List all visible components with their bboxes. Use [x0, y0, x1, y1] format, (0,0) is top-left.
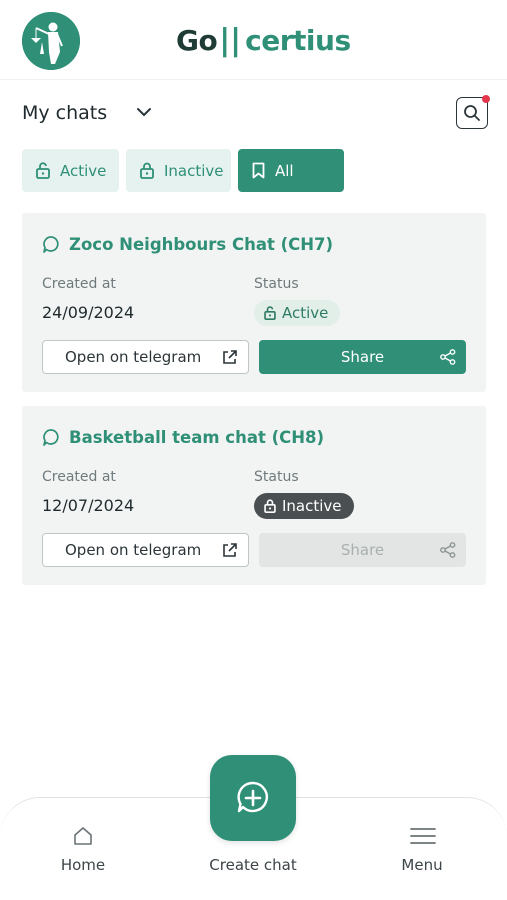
chevron-down-icon[interactable]: [134, 102, 154, 122]
created-label: Created at: [42, 469, 116, 485]
share-label: Share: [340, 541, 385, 559]
lock-open-icon: [36, 162, 50, 179]
filter-active-label: Active: [60, 161, 107, 180]
app-header: Go || certius: [0, 0, 507, 80]
menu-icon[interactable]: [410, 825, 436, 847]
share-icon: [440, 349, 456, 365]
chat-card[interactable]: Zoco Neighbours Chat (CH7) Created at 24…: [22, 213, 486, 392]
nav-create-chat[interactable]: Create chat: [198, 856, 308, 874]
search-icon: [464, 105, 480, 121]
status-label: Status: [254, 469, 299, 485]
lock-open-icon: [264, 306, 276, 320]
created-value: 12/07/2024: [42, 496, 135, 515]
share-label: Share: [340, 348, 385, 366]
filter-active[interactable]: Active: [22, 149, 119, 192]
user-avatar[interactable]: [22, 12, 80, 70]
status-badge: Inactive: [254, 493, 354, 519]
add-chat-icon: [237, 781, 268, 813]
chat-title[interactable]: Basketball team chat (CH8): [42, 428, 324, 447]
filter-all[interactable]: All: [238, 149, 344, 192]
status-value: Active: [282, 304, 329, 322]
share-button[interactable]: Share: [259, 533, 466, 567]
external-link-icon: [223, 350, 237, 364]
nav-menu[interactable]: Menu: [367, 856, 477, 874]
notification-dot: [482, 95, 490, 103]
open-telegram-label: Open on telegram: [65, 348, 202, 366]
status-badge: Active: [254, 300, 341, 326]
chat-bubble-icon: [43, 236, 59, 253]
home-icon[interactable]: [72, 825, 94, 847]
filter-inactive[interactable]: Inactive: [126, 149, 231, 192]
chat-title[interactable]: Zoco Neighbours Chat (CH7): [42, 235, 333, 254]
chat-title-text: Zoco Neighbours Chat (CH7): [69, 235, 334, 254]
app-logo: Go || certius: [176, 22, 351, 58]
logo-separator: ||: [219, 22, 242, 58]
lock-icon: [140, 162, 154, 179]
share-button[interactable]: Share: [259, 340, 466, 374]
status-value: Inactive: [282, 497, 342, 515]
filter-tabs: Active Inactive All: [22, 149, 344, 192]
chats-header: My chats: [22, 95, 490, 130]
open-telegram-button[interactable]: Open on telegram: [42, 533, 249, 567]
lock-icon: [264, 499, 276, 513]
justice-statue-icon: [22, 12, 80, 70]
created-value: 24/09/2024: [42, 303, 135, 322]
filter-all-label: All: [275, 161, 294, 180]
open-telegram-button[interactable]: Open on telegram: [42, 340, 249, 374]
page-title: My chats: [22, 102, 108, 124]
chat-bubble-icon: [43, 429, 59, 446]
chat-title-text: Basketball team chat (CH8): [69, 428, 325, 447]
share-icon: [440, 542, 456, 558]
bookmark-icon: [252, 162, 265, 179]
create-chat-button[interactable]: [210, 755, 296, 841]
external-link-icon: [223, 543, 237, 557]
status-label: Status: [254, 276, 299, 292]
logo-certius: certius: [245, 23, 351, 57]
chat-card[interactable]: Basketball team chat (CH8) Created at 12…: [22, 406, 486, 585]
open-telegram-label: Open on telegram: [65, 541, 202, 559]
logo-go: Go: [176, 23, 218, 57]
nav-home[interactable]: Home: [28, 856, 138, 874]
search-button[interactable]: [456, 95, 490, 129]
filter-inactive-label: Inactive: [164, 161, 224, 180]
created-label: Created at: [42, 276, 116, 292]
